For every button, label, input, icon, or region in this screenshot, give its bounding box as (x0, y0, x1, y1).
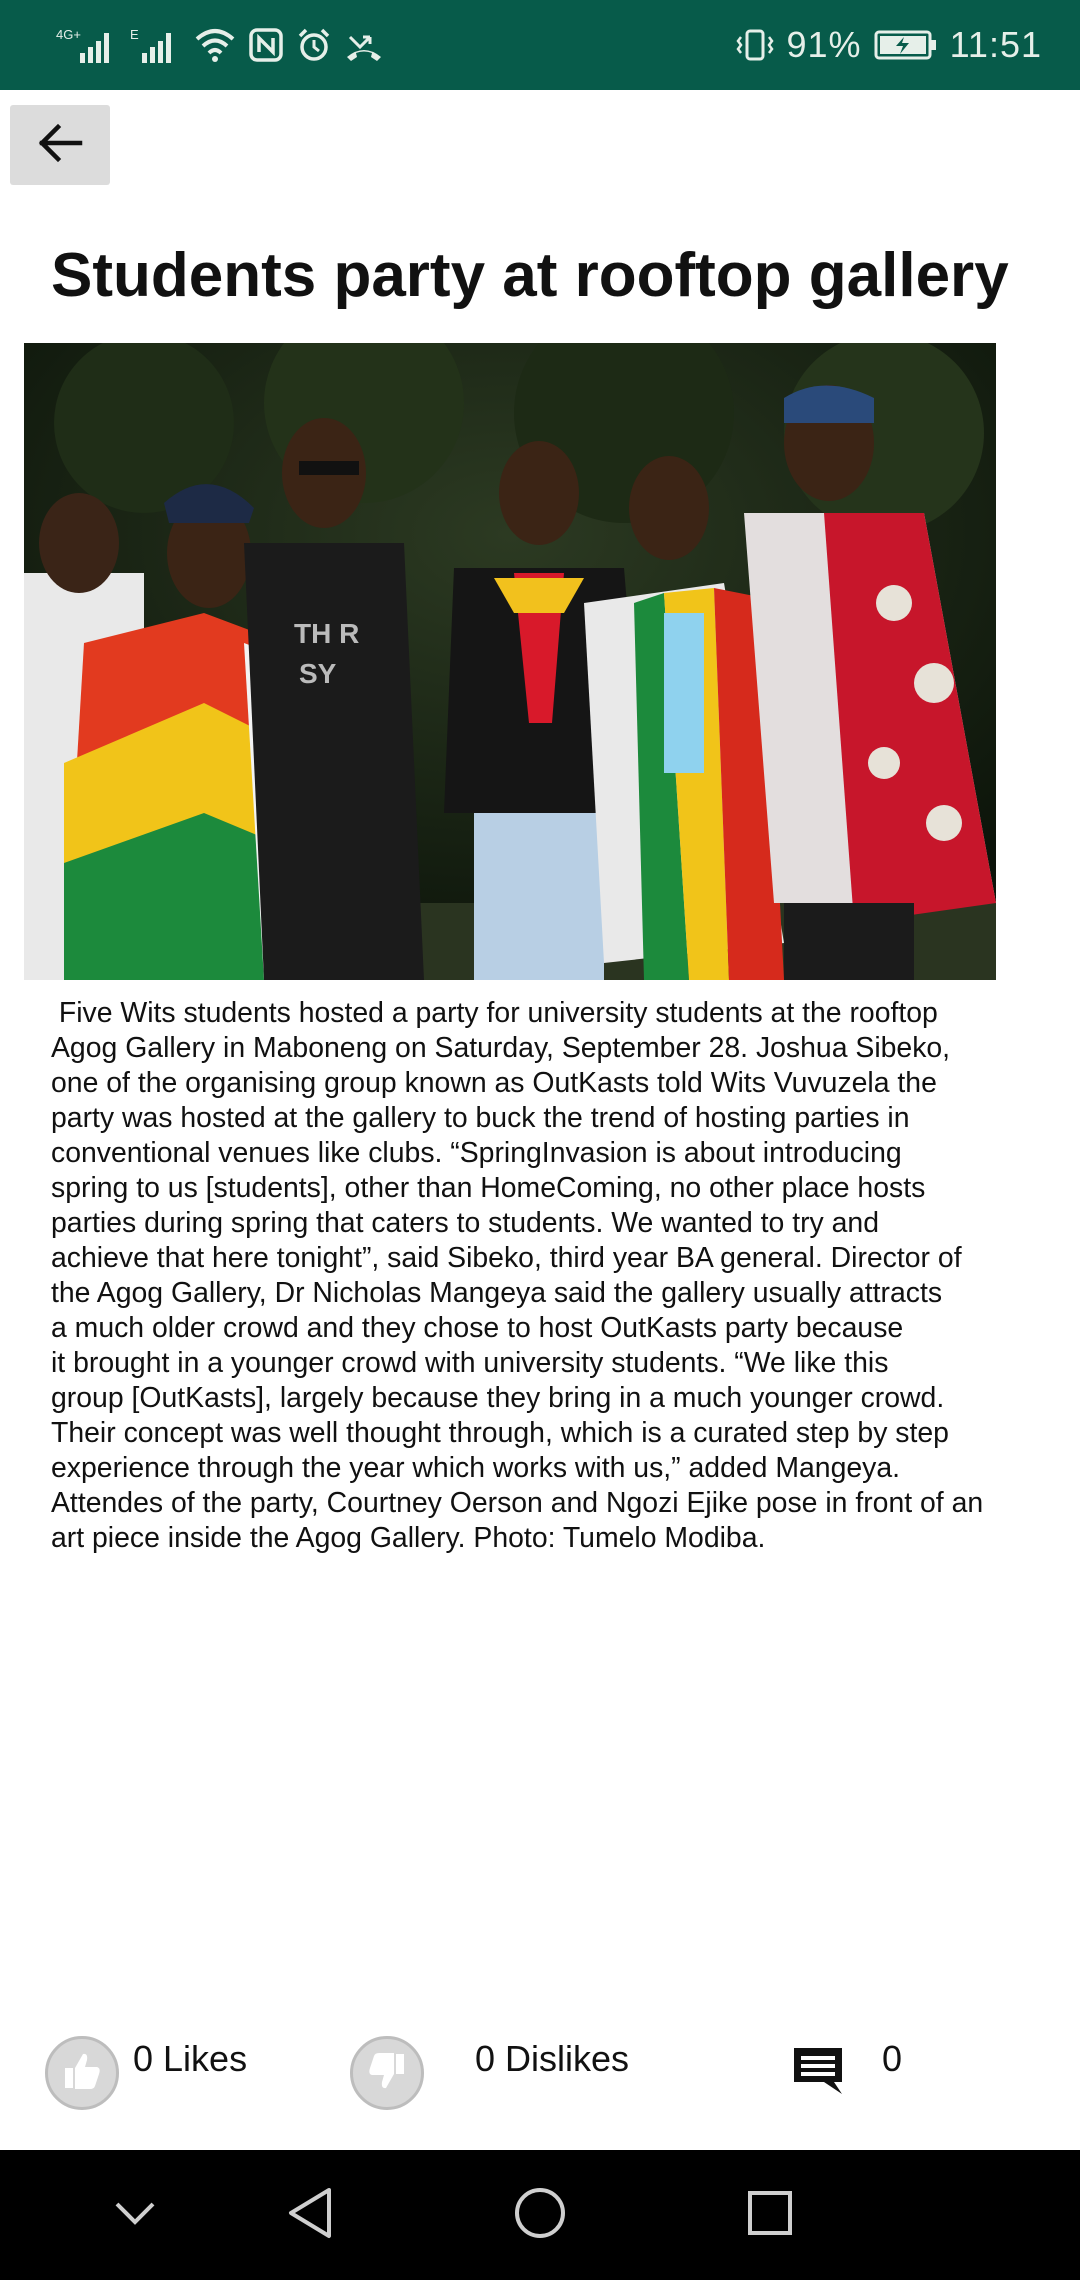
missed-call-icon (344, 27, 384, 63)
recents-square-icon (745, 2188, 795, 2243)
thumbs-up-icon (59, 2048, 105, 2099)
chevron-down-icon (113, 2198, 157, 2233)
network-left-label: 4G+ (56, 27, 81, 42)
wifi-icon (194, 27, 236, 63)
like-button[interactable] (45, 2036, 119, 2110)
nav-back-button[interactable] (270, 2150, 350, 2280)
signal-4g-icon: 4G+ (56, 25, 118, 65)
article-body: Five Wits students hosted a party for un… (51, 997, 984, 1554)
arrow-left-icon (36, 121, 84, 170)
thumbs-down-icon (364, 2048, 410, 2099)
article-title: Students party at rooftop gallery (51, 241, 1009, 310)
clock: 11:51 (949, 24, 1042, 65)
comment-icon (790, 2048, 846, 2100)
status-bar: 4G+ E 91% 11:51 (0, 0, 1080, 90)
system-nav-bar (0, 2150, 1080, 2280)
home-circle-icon (513, 2186, 567, 2245)
svg-text:SY: SY (299, 658, 337, 689)
nav-home-button[interactable] (500, 2150, 580, 2280)
likes-label: 0 Likes (133, 2038, 248, 2079)
battery-percent: 91% (786, 24, 862, 65)
dislike-button[interactable] (350, 2036, 424, 2110)
vibrate-icon (735, 27, 775, 63)
nfc-icon (248, 27, 284, 63)
nav-recents-button[interactable] (730, 2150, 810, 2280)
signal-e-icon: E (130, 25, 182, 65)
reactions-bar: 0 Likes 0 Dislikes 0 (0, 2030, 1080, 2120)
comments-count: 0 (882, 2038, 903, 2079)
back-triangle-icon (285, 2186, 335, 2245)
dislikes-label: 0 Dislikes (475, 2038, 630, 2079)
network-right-label: E (130, 27, 139, 42)
article-photo: TH R SY (24, 343, 996, 980)
comment-button[interactable] (790, 2044, 846, 2101)
nav-hide-button[interactable] (95, 2150, 175, 2280)
svg-text:TH R: TH R (294, 618, 359, 649)
battery-charging-icon (874, 28, 938, 62)
status-bar-left: 4G+ E (56, 25, 384, 65)
back-button[interactable] (10, 105, 110, 185)
status-bar-right: 91% 11:51 (735, 24, 1042, 66)
alarm-icon (296, 27, 332, 63)
